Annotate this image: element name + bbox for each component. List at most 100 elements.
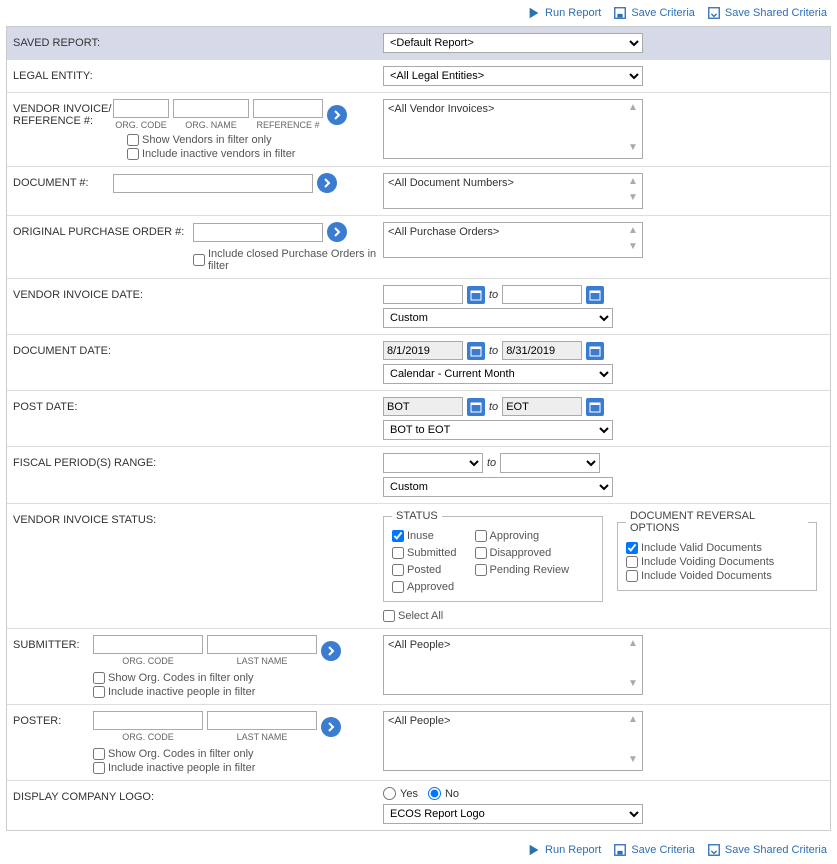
poster-go-button[interactable] [321,717,341,737]
poster-org-code-input[interactable] [93,711,203,730]
scroll-up-icon[interactable]: ▲ [626,176,640,190]
status-submitted-checkbox[interactable] [392,547,404,559]
poster-last-name-input[interactable] [207,711,317,730]
submitter-go-button[interactable] [321,641,341,661]
document-number-input[interactable] [113,174,313,193]
submitter-show-org-codes-checkbox[interactable] [93,672,105,684]
run-report-label: Run Report [545,844,601,856]
reversal-voided-checkbox[interactable] [626,570,638,582]
calendar-icon[interactable] [586,342,604,360]
document-number-label: DOCUMENT #: [13,173,113,189]
select-all-status-checkbox[interactable] [383,610,395,622]
vendor-invoices-placeholder: <All Vendor Invoices> [388,103,494,115]
submitter-listbox[interactable]: <All People> ▲ ▼ [383,635,643,695]
scroll-up-icon[interactable]: ▲ [626,714,640,728]
document-date-preset-select[interactable]: Calendar - Current Month [383,364,613,384]
calendar-icon[interactable] [467,286,485,304]
reversal-legend: DOCUMENT REVERSAL OPTIONS [626,510,808,534]
calendar-icon[interactable] [586,398,604,416]
vendor-invoice-date-from-input[interactable] [383,285,463,304]
scroll-up-icon[interactable]: ▲ [626,638,640,652]
original-po-input[interactable] [193,223,323,242]
post-date-preset-select[interactable]: BOT to EOT [383,420,613,440]
status-approving-checkbox[interactable] [475,530,487,542]
save-criteria-link-bottom[interactable]: Save Criteria [613,843,695,857]
submitter-include-inactive-checkbox[interactable] [93,686,105,698]
document-date-from-input[interactable] [383,341,463,360]
org-code-sublabel: ORG. CODE [93,732,203,742]
scroll-up-icon[interactable]: ▲ [626,102,640,116]
fiscal-preset-select[interactable]: Custom [383,477,613,497]
save-shared-criteria-link-bottom[interactable]: Save Shared Criteria [707,843,827,857]
status-legend: STATUS [392,510,442,522]
vendor-invoices-listbox[interactable]: <All Vendor Invoices> ▲ ▼ [383,99,643,159]
chevron-right-icon [332,110,342,120]
poster-placeholder: <All People> [388,715,450,727]
scroll-down-icon[interactable]: ▼ [626,678,640,692]
scroll-down-icon[interactable]: ▼ [626,241,640,255]
run-report-label: Run Report [545,7,601,19]
vendor-invoice-date-label: VENDOR INVOICE DATE: [13,285,213,301]
scroll-up-icon[interactable]: ▲ [626,225,640,239]
poster-include-inactive-checkbox[interactable] [93,762,105,774]
poster-listbox[interactable]: <All People> ▲ ▼ [383,711,643,771]
chevron-right-icon [326,722,336,732]
scroll-down-icon[interactable]: ▼ [626,754,640,768]
document-date-to-input[interactable] [502,341,582,360]
vendor-invoice-date-to-input[interactable] [502,285,582,304]
reversal-voiding-checkbox[interactable] [626,556,638,568]
include-closed-po-checkbox[interactable] [193,254,205,266]
purchase-orders-listbox[interactable]: <All Purchase Orders> ▲ ▼ [383,222,643,258]
save-criteria-link[interactable]: Save Criteria [613,6,695,20]
vendor-invoice-date-preset-select[interactable]: Custom [383,308,613,328]
include-inactive-vendors-checkbox[interactable] [127,148,139,160]
yes-label: Yes [400,788,418,800]
legal-entity-select[interactable]: <All Legal Entities> [383,66,643,86]
show-org-codes-label: Show Org. Codes in filter only [108,748,254,760]
org-name-sublabel: ORG. NAME [173,120,249,130]
post-date-from-input[interactable] [383,397,463,416]
status-submitted-label: Submitted [407,547,457,559]
fiscal-period-from-select[interactable] [383,453,483,473]
fiscal-period-to-select[interactable] [500,453,600,473]
show-vendors-only-checkbox[interactable] [127,134,139,146]
status-pending-review-checkbox[interactable] [475,564,487,576]
save-icon [613,843,627,857]
calendar-icon[interactable] [586,286,604,304]
poster-show-org-codes-checkbox[interactable] [93,748,105,760]
run-report-link[interactable]: Run Report [527,6,601,20]
status-approved-label: Approved [407,581,454,593]
submitter-org-code-input[interactable] [93,635,203,654]
scroll-down-icon[interactable]: ▼ [626,192,640,206]
status-posted-checkbox[interactable] [392,564,404,576]
document-number-go-button[interactable] [317,173,337,193]
fiscal-period-row: FISCAL PERIOD(S) RANGE: to Custom [7,447,830,504]
legal-entity-row: LEGAL ENTITY: <All Legal Entities> [7,60,830,93]
original-po-go-button[interactable] [327,222,347,242]
vendor-ref-go-button[interactable] [327,105,347,125]
reversal-valid-checkbox[interactable] [626,542,638,554]
calendar-icon[interactable] [467,398,485,416]
status-approved-checkbox[interactable] [392,581,404,593]
save-shared-criteria-link[interactable]: Save Shared Criteria [707,6,827,20]
top-action-bar: Run Report Save Criteria Save Shared Cri… [0,0,837,26]
vendor-org-code-input[interactable] [113,99,169,118]
run-report-link-bottom[interactable]: Run Report [527,843,601,857]
fiscal-period-label: FISCAL PERIOD(S) RANGE: [13,453,213,469]
vendor-invoice-status-label: VENDOR INVOICE STATUS: [13,510,213,526]
submitter-last-name-input[interactable] [207,635,317,654]
logo-yes-radio[interactable] [383,787,396,800]
vendor-reference-input[interactable] [253,99,323,118]
scroll-down-icon[interactable]: ▼ [626,142,640,156]
document-numbers-listbox[interactable]: <All Document Numbers> ▲ ▼ [383,173,643,209]
submitter-row: SUBMITTER: ORG. CODE LAST NAME Show Org.… [7,629,830,705]
company-logo-select[interactable]: ECOS Report Logo [383,804,643,824]
logo-no-radio[interactable] [428,787,441,800]
calendar-icon[interactable] [467,342,485,360]
status-disapproved-checkbox[interactable] [475,547,487,559]
status-inuse-checkbox[interactable] [392,530,404,542]
saved-report-select[interactable]: <Default Report> [383,33,643,53]
poster-row: POSTER: ORG. CODE LAST NAME Show Org. Co… [7,705,830,781]
vendor-org-name-input[interactable] [173,99,249,118]
post-date-to-input[interactable] [502,397,582,416]
